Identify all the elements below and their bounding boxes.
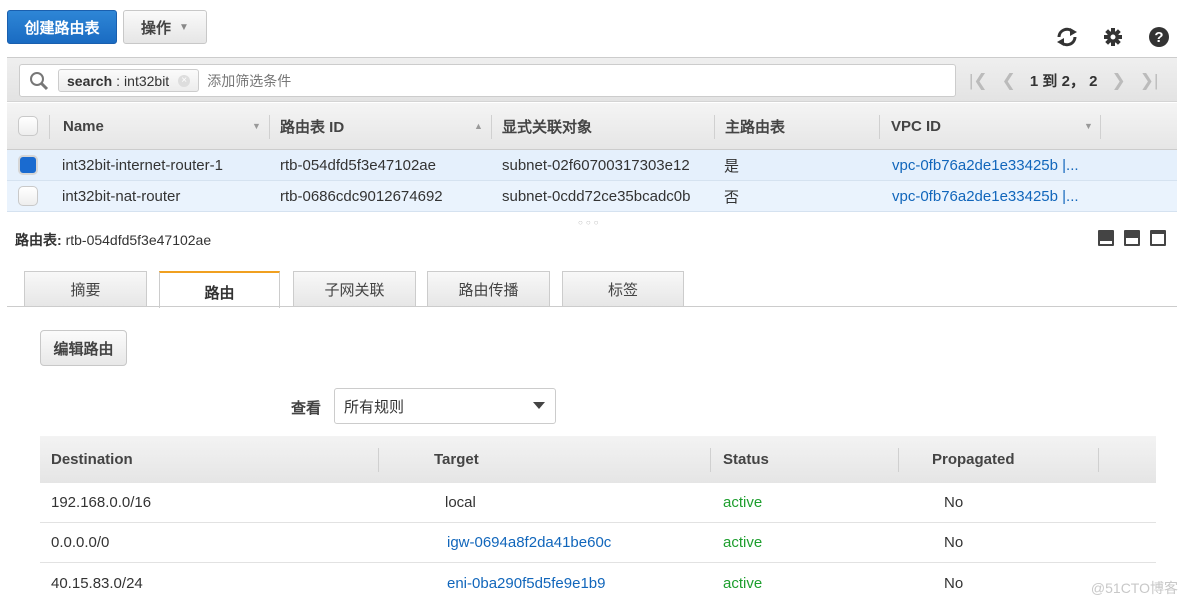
pagination: |❮ ❮ 1 到 2， 2 ❯ ❯| (969, 58, 1158, 103)
search-icon (24, 71, 54, 91)
layout-bottom-large-icon[interactable] (1150, 230, 1166, 246)
tab-subnet-associations[interactable]: 子网关联 (293, 271, 416, 307)
resize-handle[interactable]: ○○○ (578, 218, 602, 227)
view-filter-value: 所有规则 (344, 398, 405, 416)
route-table-id: rtb-0686cdc9012674692 (280, 187, 443, 205)
tabs-divider (7, 306, 1177, 307)
row-checkbox[interactable] (18, 155, 38, 175)
column-header-status[interactable]: Status (723, 436, 769, 483)
main-route-table: 是 (724, 157, 740, 175)
gear-icon[interactable] (1100, 24, 1126, 50)
route-destination: 40.15.83.0/24 (51, 574, 143, 592)
detail-title-label: 路由表: (15, 232, 62, 248)
tab-route-propagation[interactable]: 路由传播 (427, 271, 550, 307)
route-status: active (723, 494, 763, 511)
search-input[interactable]: search : int32bit × 添加筛选条件 (19, 64, 956, 97)
route-row: 192.168.0.0/16 local active No (40, 483, 1156, 523)
column-header-name[interactable]: Name (63, 103, 104, 149)
explicit-association: subnet-0cdd72ce35bcadc0b (502, 187, 691, 205)
detail-title: 路由表: rtb-054dfd5f3e47102ae (15, 230, 211, 250)
vpc-id-link[interactable]: vpc-0fb76a2de1e33425b |... (892, 150, 1079, 180)
tab-tags[interactable]: 标签 (562, 271, 684, 307)
prev-page-icon[interactable]: ❮ (1002, 71, 1016, 91)
edit-routes-button[interactable]: 编辑路由 (40, 330, 127, 366)
first-page-icon[interactable]: |❮ (969, 71, 988, 91)
filter-token-key: search (67, 72, 113, 89)
layout-bottom-small-icon[interactable] (1098, 230, 1114, 246)
filter-token-sep: : (116, 72, 121, 89)
route-tables-table: Name ▼ 路由表 ID ▲ 显式关联对象 主路由表 VPC ID ▼ int… (7, 103, 1177, 212)
chevron-down-icon: ▼ (179, 21, 189, 33)
page-range: 1 到 2， 2 (1029, 73, 1098, 90)
table-header: Name ▼ 路由表 ID ▲ 显式关联对象 主路由表 VPC ID ▼ (7, 103, 1177, 150)
layout-bottom-medium-icon[interactable] (1124, 230, 1140, 246)
help-icon[interactable]: ? (1146, 24, 1172, 50)
route-table-id: rtb-054dfd5f3e47102ae (280, 156, 436, 174)
route-propagated: No (944, 534, 964, 551)
main-route-table: 否 (724, 188, 740, 206)
route-destination: 0.0.0.0/0 (51, 534, 110, 551)
column-header-route-table-id[interactable]: 路由表 ID (280, 103, 344, 149)
filter-token-value: int32bit (124, 72, 170, 89)
view-label: 查看 (291, 400, 322, 417)
table-row[interactable]: int32bit-internet-router-1 rtb-054dfd5f3… (7, 150, 1177, 181)
route-status: active (723, 574, 763, 592)
sort-down-icon[interactable]: ▼ (1084, 121, 1093, 131)
detail-title-value: rtb-054dfd5f3e47102ae (65, 232, 212, 248)
vpc-id-link[interactable]: vpc-0fb76a2de1e33425b |... (892, 181, 1079, 211)
actions-dropdown-button[interactable]: 操作 ▼ (123, 10, 207, 44)
route-propagated: No (944, 574, 964, 592)
sort-down-icon[interactable]: ▼ (252, 121, 261, 131)
select-all-checkbox[interactable] (18, 116, 38, 136)
column-header-target[interactable]: Target (434, 436, 479, 483)
next-page-icon[interactable]: ❯ (1111, 71, 1125, 91)
route-status: active (723, 534, 763, 551)
refresh-icon[interactable] (1054, 24, 1080, 50)
route-destination: 192.168.0.0/16 (51, 494, 152, 511)
route-table-name: int32bit-internet-router-1 (62, 156, 223, 174)
column-header-main[interactable]: 主路由表 (725, 103, 785, 149)
column-header-propagated[interactable]: Propagated (932, 436, 1015, 483)
explicit-association: subnet-02f60700317303e12 (502, 156, 690, 174)
route-target-link[interactable]: eni-0ba290f5d5fe9e1b9 (447, 563, 605, 603)
routes-table-header: Destination Target Status Propagated (40, 436, 1156, 483)
filter-bar: search : int32bit × 添加筛选条件 |❮ ❮ 1 到 2， 2… (7, 57, 1177, 102)
route-row: 40.15.83.0/24 eni-0ba290f5d5fe9e1b9 acti… (40, 563, 1156, 603)
create-route-table-button[interactable]: 创建路由表 (7, 10, 117, 44)
watermark: @51CTO博客 (1090, 580, 1178, 596)
search-placeholder: 添加筛选条件 (207, 72, 292, 89)
route-target: local (445, 494, 476, 511)
table-row[interactable]: int32bit-nat-router rtb-0686cdc901267469… (7, 181, 1177, 212)
sort-up-icon[interactable]: ▲ (474, 121, 483, 131)
dropdown-arrow-icon (533, 402, 545, 409)
route-propagated: No (944, 494, 964, 511)
routes-table: Destination Target Status Propagated 192… (40, 436, 1156, 603)
column-header-destination[interactable]: Destination (51, 436, 133, 483)
column-header-vpc-id[interactable]: VPC ID (891, 103, 941, 149)
tab-summary[interactable]: 摘要 (24, 271, 147, 307)
svg-text:?: ? (1154, 29, 1163, 46)
last-page-icon[interactable]: ❯| (1140, 71, 1159, 91)
route-target-link[interactable]: igw-0694a8f2da41be60c (447, 523, 611, 562)
route-table-name: int32bit-nat-router (62, 187, 181, 205)
view-filter-select[interactable]: 所有规则 (334, 388, 556, 424)
row-checkbox[interactable] (18, 186, 38, 206)
actions-label: 操作 (141, 19, 172, 37)
route-row: 0.0.0.0/0 igw-0694a8f2da41be60c active N… (40, 523, 1156, 563)
column-header-associations[interactable]: 显式关联对象 (502, 103, 592, 149)
remove-token-icon[interactable]: × (178, 74, 191, 87)
filter-token[interactable]: search : int32bit × (58, 69, 200, 92)
tab-routes[interactable]: 路由 (159, 271, 280, 308)
